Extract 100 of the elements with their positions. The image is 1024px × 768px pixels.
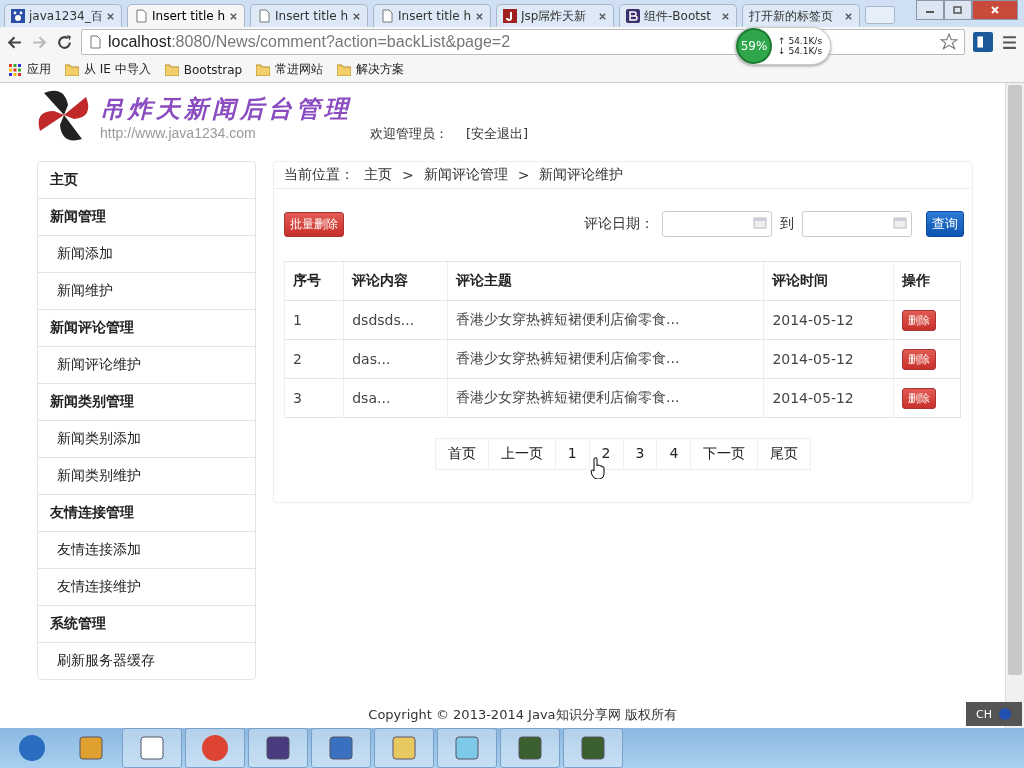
bookmark[interactable]: 解决方案: [337, 61, 405, 78]
table-cell: 香港少女穿热裤短裙便利店偷零食...: [447, 339, 764, 379]
close-icon[interactable]: [475, 11, 484, 21]
input-language[interactable]: CH: [976, 707, 992, 721]
bookmark[interactable]: 常进网站: [256, 61, 324, 78]
browser-tab[interactable]: Jsp屌炸天新: [496, 4, 614, 27]
j-logo-icon: [503, 9, 517, 23]
page-icon: [134, 9, 148, 23]
sidebar-item[interactable]: 新闻类别维护: [38, 458, 255, 495]
sidebar-item[interactable]: 系统管理: [38, 606, 255, 643]
sidebar-item[interactable]: 新闻管理: [38, 199, 255, 236]
sidebar-item[interactable]: 友情连接管理: [38, 495, 255, 532]
table-cell: 2: [284, 339, 344, 379]
browser-tab[interactable]: Insert title h: [373, 4, 491, 27]
app-icon: [389, 733, 419, 763]
delete-button[interactable]: 删除: [901, 309, 936, 331]
folder-icon: [256, 63, 271, 76]
taskbar-button[interactable]: [311, 728, 371, 768]
pagination-link[interactable]: 上一页: [487, 438, 555, 470]
table-cell: 2014-05-12: [763, 339, 894, 379]
breadcrumb-separator: >: [517, 167, 530, 183]
browser-tab[interactable]: Insert title h: [250, 4, 368, 27]
app-icon: [452, 733, 482, 763]
logout-link[interactable]: [安全退出]: [466, 125, 529, 143]
date-field[interactable]: [802, 211, 912, 237]
app-icon: [263, 733, 293, 763]
close-window-button[interactable]: [972, 0, 1018, 20]
delete-button[interactable]: 删除: [901, 387, 936, 409]
pagination-link[interactable]: 4: [656, 438, 691, 470]
date-field[interactable]: [662, 211, 772, 237]
sidebar-item[interactable]: 新闻评论管理: [38, 310, 255, 347]
bookmark[interactable]: 应用: [8, 61, 51, 78]
close-icon: [989, 5, 1001, 15]
browser-tab[interactable]: 打开新的标签页: [742, 4, 860, 27]
delete-button[interactable]: 删除: [901, 348, 936, 370]
browser-tab[interactable]: 组件-Bootst: [619, 4, 737, 27]
sidebar-item[interactable]: 新闻维护: [38, 273, 255, 310]
page-icon: [88, 35, 102, 49]
pagination-link[interactable]: 1: [554, 438, 589, 470]
extension-icon[interactable]: [973, 32, 993, 52]
sidebar-item[interactable]: 新闻类别添加: [38, 421, 255, 458]
pagination-link[interactable]: 首页: [434, 438, 488, 470]
table-cell: 2014-05-12: [763, 378, 894, 418]
tab-title: java1234_百: [29, 7, 102, 25]
bookmark[interactable]: 从 IE 中导入: [65, 61, 151, 78]
table-cell: dsdsds...: [343, 300, 448, 340]
app-icon: [137, 733, 167, 763]
close-icon[interactable]: [229, 11, 238, 21]
close-icon[interactable]: [844, 11, 853, 21]
sidebar-item[interactable]: 新闻评论维护: [38, 347, 255, 384]
close-icon[interactable]: [352, 11, 361, 21]
app-icon: [515, 733, 545, 763]
taskbar-button[interactable]: [248, 728, 308, 768]
batch-delete-button[interactable]: 批量删除: [284, 211, 344, 237]
close-icon[interactable]: [721, 11, 730, 21]
close-icon[interactable]: [598, 11, 607, 21]
percent-badge: 59%: [736, 28, 772, 64]
tab-title: Insert title h: [152, 9, 225, 23]
breadcrumb-link[interactable]: 主页: [364, 166, 392, 184]
minimize-button[interactable]: [916, 0, 944, 20]
sidebar-item[interactable]: 新闻类别管理: [38, 384, 255, 421]
download-speed: ↓ 54.1K/s: [778, 46, 823, 56]
sidebar-item[interactable]: 主页: [38, 162, 255, 199]
browser-tab[interactable]: Insert title h: [127, 4, 245, 27]
bookmark[interactable]: Bootstrap: [164, 62, 243, 77]
scrollbar[interactable]: [1005, 83, 1024, 728]
b-logo-icon: [626, 9, 640, 23]
copyright-text: Copyright © 2013-2014 Java知识分享网 版权所有: [367, 706, 677, 724]
browser-tab[interactable]: java1234_百: [4, 4, 122, 27]
taskbar-button[interactable]: [185, 728, 245, 768]
taskbar-button[interactable]: [500, 728, 560, 768]
sidebar-item[interactable]: 新闻添加: [38, 236, 255, 273]
table-cell: das...: [343, 339, 448, 379]
sidebar-item[interactable]: 友情连接添加: [38, 532, 255, 569]
pagination-link[interactable]: 3: [622, 438, 657, 470]
calendar-icon: [893, 217, 907, 229]
column-header: 评论时间: [763, 261, 894, 301]
restore-icon: [952, 5, 964, 15]
table-cell: 香港少女穿热裤短裙便利店偷零食...: [447, 378, 764, 418]
pagination-link[interactable]: 尾页: [757, 438, 812, 470]
tab-title: Jsp屌炸天新: [521, 7, 588, 25]
breadcrumb-link[interactable]: 新闻评论管理: [423, 166, 508, 184]
table-cell: 1: [284, 300, 344, 340]
star-icon[interactable]: [940, 33, 958, 51]
close-icon[interactable]: [106, 11, 115, 21]
breadcrumb-link[interactable]: 新闻评论维护: [539, 166, 624, 184]
taskbar-button[interactable]: [563, 728, 623, 768]
taskbar-button[interactable]: [122, 728, 182, 768]
app-icon: [76, 733, 106, 763]
sidebar-item[interactable]: 刷新服务器缓存: [38, 643, 255, 679]
restore-button[interactable]: [944, 0, 972, 20]
column-header: 评论主题: [447, 261, 764, 301]
pagination-link[interactable]: 下一页: [690, 438, 758, 470]
reload-icon[interactable]: [56, 33, 73, 51]
page-icon: [257, 9, 271, 23]
to-label: 到: [780, 215, 794, 233]
sidebar-item[interactable]: 友情连接维护: [38, 569, 255, 606]
folder-icon: [337, 63, 352, 76]
menu-icon[interactable]: [1001, 33, 1018, 51]
search-button[interactable]: 查询: [926, 211, 964, 237]
